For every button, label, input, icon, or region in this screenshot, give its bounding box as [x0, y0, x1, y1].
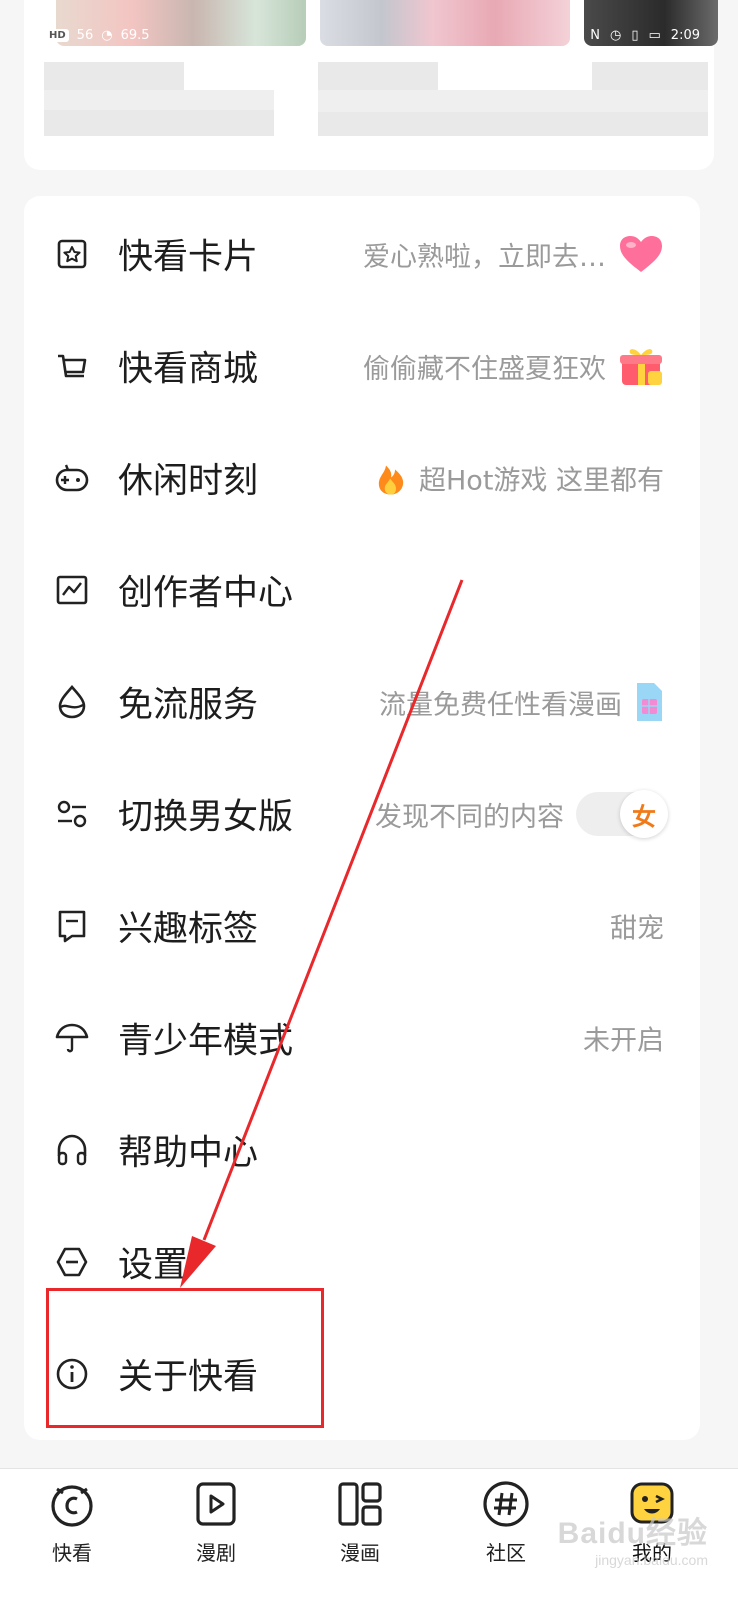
kuaikan-icon [47, 1479, 97, 1529]
menu-item-desc: 流量免费任性看漫画 [379, 689, 622, 721]
drop-icon [54, 684, 90, 720]
menu-item-cards[interactable]: 快看卡片 爱心熟啦，立即去… [24, 204, 700, 304]
battery-icon: ▭ [648, 28, 661, 43]
menu-item-label: 快看商城 [118, 349, 259, 390]
menu-item-label: 设置 [118, 1245, 189, 1286]
menu-item-games[interactable]: 休闲时刻 超Hot游戏 这里都有 [24, 428, 700, 528]
watermark-text: Baidu经验 [557, 1517, 708, 1550]
wifi-icon: ◔ [101, 28, 113, 43]
tab-label: 社区 [486, 1541, 526, 1565]
gamepad-icon [54, 460, 90, 496]
hashtag-icon [481, 1479, 531, 1529]
tab-kuaikan[interactable]: 快看 [22, 1479, 122, 1589]
tab-label: 漫剧 [196, 1541, 236, 1565]
menu-item-label: 青少年模式 [118, 1021, 294, 1062]
menu-item-gender-switch[interactable]: 切换男女版 发现不同的内容 女 [24, 764, 700, 864]
menu-list: 快看卡片 爱心熟啦，立即去… 快看商城 偷偷藏不住盛夏狂欢 休闲时刻 超Hot游… [24, 196, 700, 1440]
menu-item-label: 创作者中心 [118, 573, 294, 614]
tag-icon [54, 908, 90, 944]
gender-toggle[interactable]: 女 [576, 790, 668, 838]
alarm-icon: ◷ [610, 28, 622, 43]
menu-item-label: 帮助中心 [118, 1133, 259, 1174]
menu-item-label: 兴趣标签 [118, 909, 259, 950]
cart-icon [54, 348, 90, 384]
blurred-text [318, 62, 438, 90]
menu-item-desc: 发现不同的内容 [375, 801, 564, 833]
blurred-text [44, 90, 274, 110]
menu-item-label: 休闲时刻 [118, 461, 259, 502]
tab-label: 漫画 [340, 1541, 380, 1565]
watermark: Baidu经验 jingyan.baidu.com [558, 1508, 708, 1568]
clock: 2:09 [670, 28, 700, 43]
fire-icon [378, 465, 404, 494]
menu-item-desc: 超Hot游戏 这里都有 [419, 465, 664, 497]
tab-comics[interactable]: 漫画 [310, 1479, 410, 1589]
status-bar: HD 56 ◔ 69.5 N ◷ ▯ ▭ 2:09 [46, 28, 706, 50]
blurred-text [318, 112, 708, 136]
umbrella-icon [54, 1020, 90, 1056]
watermark-sub: jingyan.baidu.com [595, 1552, 708, 1568]
gift-icon [620, 349, 662, 385]
settings-icon [54, 1244, 90, 1280]
menu-item-desc: 甜宠 [610, 913, 664, 945]
menu-item-free-data[interactable]: 免流服务 流量免费任性看漫画 [24, 652, 700, 752]
network-indicator: 56 [76, 28, 94, 43]
annotation-box [46, 1288, 324, 1428]
menu-item-desc: 未开启 [583, 1025, 664, 1057]
menu-item-teen-mode[interactable]: 青少年模式 未开启 [24, 988, 700, 1088]
menu-item-desc: 爱心熟啦，立即去… [363, 241, 606, 273]
card-icon [54, 236, 90, 272]
menu-item-interest-tags[interactable]: 兴趣标签 甜宠 [24, 876, 700, 976]
speed-indicator: 69.5 [120, 28, 150, 43]
menu-item-creator-center[interactable]: 创作者中心 [24, 540, 700, 640]
menu-item-label: 切换男女版 [118, 797, 294, 838]
menu-item-label: 免流服务 [118, 685, 259, 726]
blurred-text [44, 110, 274, 136]
tab-drama[interactable]: 漫剧 [166, 1479, 266, 1589]
menu-item-help-center[interactable]: 帮助中心 [24, 1100, 700, 1200]
chart-icon [54, 572, 90, 608]
vibrate-icon: ▯ [631, 28, 639, 43]
blurred-text [44, 62, 184, 90]
blurred-text [318, 90, 708, 112]
switch-icon [54, 796, 90, 832]
play-icon [191, 1479, 241, 1529]
headphones-icon [54, 1132, 90, 1168]
tab-community[interactable]: 社区 [456, 1479, 556, 1589]
tab-label: 快看 [52, 1541, 92, 1565]
toggle-knob: 女 [620, 790, 668, 838]
heart-icon [620, 236, 662, 272]
hd-badge: HD [46, 29, 69, 42]
sim-card-icon [637, 683, 662, 721]
blurred-text [592, 62, 708, 90]
menu-item-desc: 偷偷藏不住盛夏狂欢 [363, 353, 606, 385]
menu-item-label: 快看卡片 [118, 237, 259, 278]
comic-icon [335, 1479, 385, 1529]
menu-item-mall[interactable]: 快看商城 偷偷藏不住盛夏狂欢 [24, 316, 700, 416]
nfc-icon: N [590, 28, 600, 43]
